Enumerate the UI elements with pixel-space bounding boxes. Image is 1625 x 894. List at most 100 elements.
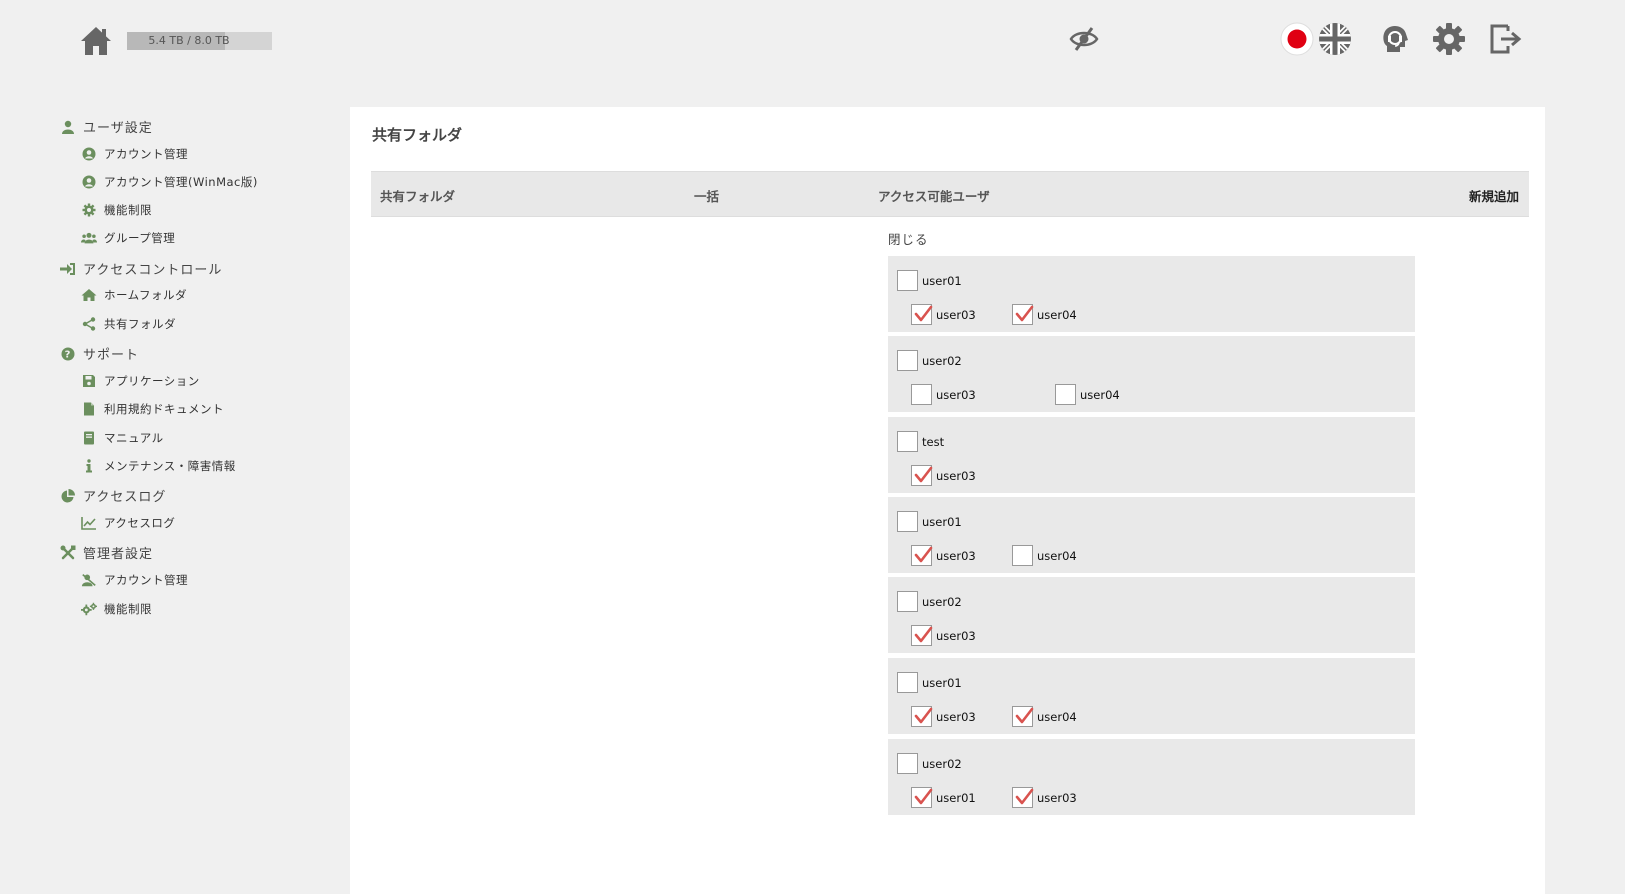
group-checkbox[interactable]: user01	[897, 672, 962, 693]
logout-icon[interactable]	[1488, 22, 1522, 60]
question-icon: ?	[60, 346, 76, 362]
sidebar-item-label: アクセスログ	[104, 516, 176, 530]
checkbox[interactable]	[911, 304, 933, 325]
user-checkbox[interactable]: user04	[1012, 304, 1077, 325]
sign-in-icon	[60, 261, 76, 277]
checkbox[interactable]	[1012, 787, 1034, 808]
group-checkbox[interactable]: test	[897, 431, 944, 452]
checkbox[interactable]	[897, 753, 918, 774]
checkbox[interactable]	[1012, 706, 1034, 727]
checkbox[interactable]	[897, 591, 918, 612]
checkbox[interactable]	[911, 706, 933, 727]
user-checkbox[interactable]: user04	[1012, 545, 1077, 566]
sidebar-item-label: ホームフォルダ	[104, 288, 187, 302]
sidebar-item-1-1[interactable]: 共有フォルダ	[81, 316, 176, 332]
group-icon	[81, 230, 97, 246]
sidebar-section-label: 管理者設定	[83, 547, 154, 562]
checkbox[interactable]	[911, 545, 933, 566]
gear-icon	[81, 202, 97, 218]
table-header: 共有フォルダ 一括 アクセス可能ユーザ 新規追加	[371, 171, 1529, 217]
sidebar-item-1-0[interactable]: ホームフォルダ	[81, 287, 187, 303]
sidebar-section-label: アクセスログ	[83, 490, 167, 505]
settings-gear-icon[interactable]	[1432, 22, 1466, 60]
sidebar-item-4-0[interactable]: アカウント管理	[81, 572, 188, 588]
group-checkbox[interactable]: user01	[897, 511, 962, 532]
sidebar-section-2[interactable]: ? サポート	[60, 344, 139, 363]
checkbox[interactable]	[897, 431, 918, 452]
group-checkbox[interactable]: user02	[897, 350, 962, 371]
sidebar-item-3-0[interactable]: アクセスログ	[81, 515, 175, 531]
add-new-button[interactable]: 新規追加	[1469, 186, 1519, 205]
share-icon	[81, 316, 97, 332]
user-name: user01	[936, 790, 976, 805]
sidebar-item-2-3[interactable]: メンテナンス・障害情報	[81, 458, 236, 474]
main-panel: 共有フォルダ 共有フォルダ 一括 アクセス可能ユーザ 新規追加 閉じる user…	[350, 107, 1545, 894]
svg-text:?: ?	[65, 349, 72, 360]
user-checkbox[interactable]: user03	[1012, 787, 1077, 808]
group-name: user01	[922, 675, 962, 690]
home-icon[interactable]	[79, 24, 113, 58]
checkbox[interactable]	[1012, 545, 1033, 566]
user-checkbox[interactable]: user03	[911, 625, 976, 646]
sidebar-section-0[interactable]: ユーザ設定	[60, 117, 153, 136]
checkbox[interactable]	[897, 350, 918, 371]
user-checkbox[interactable]: user03	[911, 384, 976, 405]
sidebar-item-0-1[interactable]: アカウント管理(WinMac版)	[81, 174, 258, 190]
sidebar-item-0-3[interactable]: グループ管理	[81, 230, 175, 246]
checkbox[interactable]	[897, 672, 918, 693]
support-icon[interactable]	[1378, 22, 1412, 60]
checkbox[interactable]	[911, 384, 932, 405]
info-icon	[81, 458, 97, 474]
column-header-users: アクセス可能ユーザ	[878, 189, 990, 204]
user-name: user03	[936, 548, 976, 563]
user-checkbox[interactable]: user01	[911, 787, 976, 808]
group-checkbox[interactable]: user02	[897, 591, 962, 612]
tools-icon	[60, 545, 76, 561]
group-name: user01	[922, 273, 962, 288]
user-checkbox[interactable]: user03	[911, 706, 976, 727]
book-icon	[81, 430, 97, 446]
sidebar-item-0-0[interactable]: アカウント管理	[81, 146, 188, 162]
user-checkbox[interactable]: user03	[911, 465, 976, 486]
sidebar-item-2-0[interactable]: アプリケーション	[81, 373, 200, 389]
user-checkbox[interactable]: user03	[911, 304, 976, 325]
sidebar-section-1[interactable]: アクセスコントロール	[60, 259, 222, 278]
sidebar-section-3[interactable]: アクセスログ	[60, 486, 166, 505]
checkbox[interactable]	[897, 270, 918, 291]
checkbox[interactable]	[911, 465, 933, 486]
column-header-folder: 共有フォルダ	[380, 189, 456, 204]
group-checkbox[interactable]: user01	[897, 270, 962, 291]
close-button[interactable]: 閉じる	[888, 229, 929, 248]
sidebar-item-0-2[interactable]: 機能制限	[81, 202, 152, 218]
group-checkbox[interactable]: user02	[897, 753, 962, 774]
user-name: user03	[936, 468, 976, 483]
user-name: user04	[1037, 307, 1077, 322]
sidebar-item-2-2[interactable]: マニュアル	[81, 430, 164, 446]
checkbox[interactable]	[897, 511, 918, 532]
group-name: user02	[922, 353, 962, 368]
user-checkbox[interactable]: user04	[1012, 706, 1077, 727]
user-name: user03	[936, 387, 976, 402]
checkbox[interactable]	[911, 787, 933, 808]
japan-flag-icon[interactable]	[1280, 22, 1314, 60]
user-checkbox[interactable]: user04	[1055, 384, 1120, 405]
sidebar-item-2-1[interactable]: 利用規約ドキュメント	[81, 401, 224, 417]
user-checkbox[interactable]: user03	[911, 545, 976, 566]
sidebar-item-label: アプリケーション	[104, 374, 200, 388]
sidebar-item-label: メンテナンス・障害情報	[104, 459, 236, 473]
sidebar-item-label: アカウント管理(WinMac版)	[104, 175, 258, 189]
checkbox[interactable]	[1055, 384, 1076, 405]
sidebar-item-label: アカウント管理	[104, 573, 188, 587]
checkbox[interactable]	[911, 625, 933, 646]
hidden-eye-icon[interactable]	[1068, 23, 1100, 59]
checkbox[interactable]	[1012, 304, 1034, 325]
storage-usage-text: 5.4 TB / 8.0 TB	[148, 34, 230, 47]
account-circle-icon	[81, 146, 97, 162]
user-group-row: user02 user03	[888, 577, 1415, 653]
user-name: user04	[1080, 387, 1120, 402]
sidebar-item-label: アカウント管理	[104, 147, 188, 161]
uk-flag-icon[interactable]	[1318, 22, 1352, 60]
sidebar-section-4[interactable]: 管理者設定	[60, 543, 153, 562]
sidebar-item-label: 共有フォルダ	[104, 317, 176, 331]
sidebar-item-4-1[interactable]: 機能制限	[81, 601, 152, 617]
